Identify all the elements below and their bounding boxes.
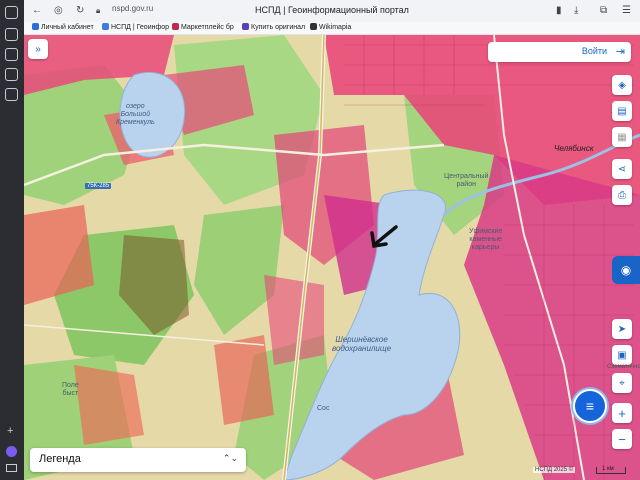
bookmarks-bar: Личный кабинет НСПД | Геоинфор Маркетпле… bbox=[24, 22, 640, 35]
bookmark-favicon-icon bbox=[102, 23, 109, 30]
bookmark-item[interactable]: НСПД | Геоинфор bbox=[102, 23, 169, 31]
browser-toolbar: ← ◎ ↻ 🔒︎ nspd.gov.ru НСПД | Геоинформаци… bbox=[24, 0, 640, 23]
settlement-label: Сос bbox=[317, 405, 330, 412]
bookmark-item[interactable]: Купить оригинал bbox=[242, 23, 305, 31]
bookmark-item[interactable]: Личный кабинет bbox=[32, 23, 94, 31]
scale-label: 1 км bbox=[602, 466, 614, 472]
expand-panel-button[interactable]: » bbox=[28, 39, 48, 59]
map-icon: ▣ bbox=[617, 349, 627, 361]
layers-button[interactable]: ◈ bbox=[612, 75, 632, 95]
legend-label: Легенда bbox=[39, 453, 81, 465]
chat-side-button[interactable]: ◉ bbox=[612, 256, 640, 284]
login-button[interactable]: Войти ⇥ bbox=[488, 42, 631, 62]
search-place-button[interactable]: ⌖ bbox=[612, 373, 632, 393]
speech-bubble-icon: ◉ bbox=[620, 263, 632, 277]
lake-label: озеро Большой Кременкуль bbox=[116, 103, 155, 126]
navigation-arrow-icon: ➤ bbox=[617, 323, 627, 335]
bookmark-favicon-icon bbox=[32, 23, 39, 30]
locate-button[interactable]: ➤ bbox=[612, 319, 632, 339]
reservoir-label: Шершнёвское водохранилище bbox=[332, 335, 392, 353]
login-label: Войти bbox=[581, 46, 607, 56]
schematic-button[interactable]: ▣ bbox=[612, 345, 632, 365]
tabs-icon[interactable]: ⧉ bbox=[600, 5, 607, 17]
city-label: Челябинск bbox=[554, 144, 594, 153]
downloads-icon[interactable] bbox=[5, 68, 18, 81]
chat-button[interactable]: ≡ bbox=[573, 389, 607, 423]
collections-icon[interactable] bbox=[5, 28, 18, 41]
settlement-label: Поле быст bbox=[62, 382, 79, 397]
print-button[interactable]: ⎙ bbox=[612, 185, 632, 205]
plus-icon: + bbox=[618, 405, 626, 421]
home-icon[interactable] bbox=[5, 6, 18, 19]
pin-search-icon: ⌖ bbox=[619, 377, 625, 389]
district-label: Центральный район bbox=[444, 173, 489, 188]
scale-bar: 1 км bbox=[596, 466, 626, 474]
map-graphics bbox=[24, 35, 640, 480]
bookmark-favicon-icon bbox=[242, 23, 249, 30]
assistant-icon[interactable] bbox=[6, 446, 17, 457]
legend-toggle[interactable]: Легенда ⌃⌄ bbox=[30, 448, 246, 472]
bookmark-favicon-icon bbox=[310, 23, 317, 30]
login-icon: ⇥ bbox=[615, 46, 625, 58]
table-icon: ▤ bbox=[617, 105, 627, 117]
zoom-in-button[interactable]: + bbox=[612, 403, 632, 423]
panel-icon[interactable] bbox=[6, 464, 17, 472]
minus-icon: − bbox=[618, 431, 626, 447]
double-chevron-right-icon: » bbox=[35, 43, 41, 55]
measure-button[interactable]: ▦ bbox=[612, 127, 632, 147]
schematic-label: Схематично bbox=[607, 364, 640, 370]
print-icon: ⎙ bbox=[618, 189, 626, 201]
quarries-label: Уфимские каменные карьеры bbox=[469, 228, 503, 251]
share-button[interactable]: ⋖ bbox=[612, 159, 632, 179]
attribution: НСПД 2025 © bbox=[533, 467, 576, 473]
page-title: НСПД | Геоинформационный портал bbox=[255, 5, 409, 15]
chat-icon: ≡ bbox=[585, 398, 595, 414]
share-icon: ⋖ bbox=[617, 163, 627, 175]
history-icon[interactable] bbox=[5, 48, 18, 61]
browser-sidebar: + bbox=[0, 0, 24, 480]
menu-icon[interactable]: ☰ bbox=[622, 5, 631, 17]
bookmark-icon[interactable]: ▮ bbox=[556, 5, 562, 17]
map-canvas[interactable]: озеро Большой Кременкуль 75К-285 Челябин… bbox=[24, 35, 640, 480]
bookmark-item[interactable]: Wikimapia bbox=[310, 23, 351, 31]
chevron-up-down-icon: ⌃⌄ bbox=[222, 453, 238, 463]
add-icon[interactable]: + bbox=[7, 425, 13, 437]
road-number-badge: 75К-285 bbox=[85, 183, 112, 189]
bookmark-item[interactable]: Маркетплейс бр bbox=[172, 23, 234, 31]
ruler-icon: ▦ bbox=[617, 131, 627, 143]
screenshot-icon[interactable] bbox=[5, 88, 18, 101]
download-icon[interactable]: ⤓ bbox=[574, 5, 578, 17]
zoom-out-button[interactable]: − bbox=[612, 429, 632, 449]
layers-icon: ◈ bbox=[618, 79, 626, 91]
basemap-button[interactable]: ▤ bbox=[612, 101, 632, 121]
bookmark-favicon-icon bbox=[172, 23, 179, 30]
